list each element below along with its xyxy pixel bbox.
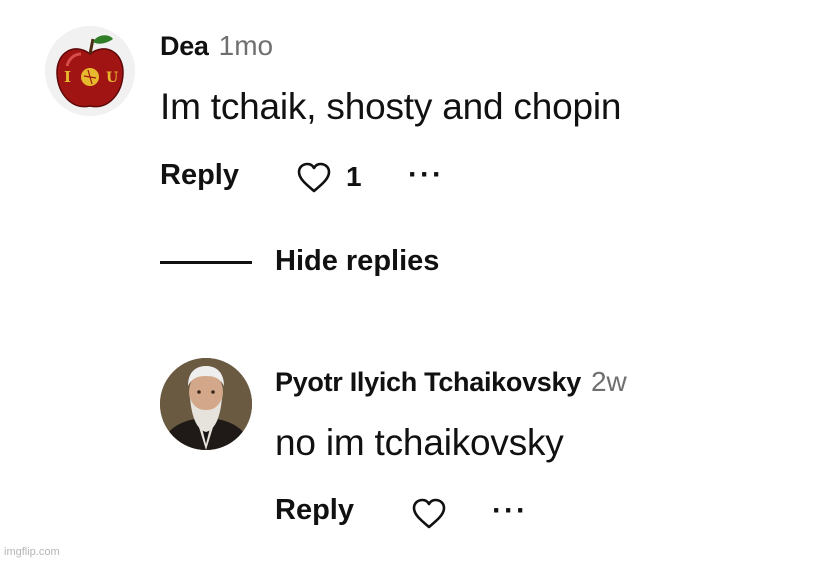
comment-author[interactable]: Dea — [160, 31, 209, 62]
comment-age: 1mo — [218, 30, 274, 61]
comment-reply-button[interactable]: Reply — [160, 159, 239, 192]
apple-icon: I U — [45, 26, 135, 116]
reply-age: 2w — [590, 366, 627, 397]
comment-more-button[interactable]: ··· — [408, 160, 444, 190]
comment-like-button[interactable] — [296, 162, 332, 199]
reply-author[interactable]: Pyotr Ilyich Tchaikovsky — [275, 367, 581, 398]
reply-header: Pyotr Ilyich Tchaikovsky 2w — [275, 366, 627, 398]
hide-replies-button[interactable]: Hide replies — [275, 245, 439, 278]
imgflip-watermark: imgflip.com — [4, 546, 60, 558]
reply-avatar[interactable] — [160, 358, 252, 450]
comment-avatar[interactable]: I U — [45, 26, 135, 116]
comment-header: Dea 1mo — [160, 30, 273, 62]
portrait-icon — [160, 358, 252, 450]
reply-more-button[interactable]: ··· — [492, 496, 528, 526]
replies-divider — [160, 261, 252, 264]
reply-like-button[interactable] — [411, 498, 447, 535]
comment-text: Im tchaik, shosty and chopin — [160, 86, 622, 127]
reply-text: no im tchaikovsky — [275, 422, 564, 463]
comment-like-count: 1 — [346, 161, 362, 192]
svg-text:U: U — [106, 70, 118, 86]
heart-icon — [412, 498, 446, 529]
heart-icon — [297, 162, 331, 193]
svg-text:I: I — [64, 68, 71, 86]
reply-reply-button[interactable]: Reply — [275, 494, 354, 527]
